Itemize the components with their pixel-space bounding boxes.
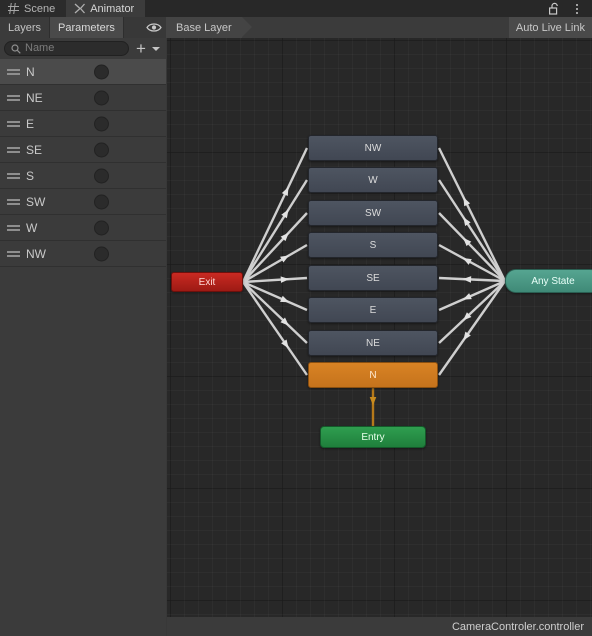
animator-icon: [74, 3, 86, 14]
drag-handle-icon[interactable]: [7, 94, 20, 102]
layer-name-label: W: [26, 220, 38, 235]
layer-row[interactable]: NW: [0, 241, 166, 267]
layer-weight-knob[interactable]: [94, 116, 109, 131]
layers-parameters-tabs: Layers Parameters: [0, 17, 124, 38]
chevron-down-icon[interactable]: [150, 40, 162, 58]
state-node-se[interactable]: SE: [308, 265, 438, 291]
auto-live-link-label: Auto Live Link: [515, 21, 585, 34]
transition-arrow-anystate-nw: [463, 197, 471, 207]
search-input[interactable]: Name: [4, 41, 129, 56]
transition-arrow-exit-nw: [281, 186, 289, 196]
tab-animator-label: Animator: [90, 2, 135, 15]
transition-arrow-anystate-se: [462, 276, 472, 283]
layer-weight-knob[interactable]: [94, 90, 109, 105]
transition-arrow-anystate-e: [462, 293, 472, 300]
tab-layers-label: Layers: [8, 21, 42, 34]
state-node-e[interactable]: E: [308, 297, 438, 323]
add-layer-button[interactable]: +: [132, 40, 150, 58]
tab-animator[interactable]: Animator: [66, 0, 146, 17]
transition-anystate-sw[interactable]: [438, 212, 506, 282]
transition-exit-ne[interactable]: [242, 281, 308, 344]
state-node-ne[interactable]: NE: [308, 330, 438, 356]
drag-handle-icon[interactable]: [7, 68, 20, 76]
transition-exit-sw[interactable]: [242, 212, 308, 283]
transition-arrow-anystate-s: [462, 257, 472, 265]
state-node-anystate[interactable]: Any State: [505, 269, 592, 293]
tab-parameters-label: Parameters: [58, 21, 115, 34]
layer-weight-knob[interactable]: [94, 220, 109, 235]
layer-weight-knob[interactable]: [94, 64, 109, 79]
window-controls: [545, 0, 592, 17]
tab-parameters[interactable]: Parameters: [50, 17, 124, 38]
transition-anystate-nw[interactable]: [437, 147, 507, 282]
layer-row[interactable]: SE: [0, 137, 166, 163]
transition-arrow-entry-n: [369, 397, 377, 406]
layer-row[interactable]: S: [0, 163, 166, 189]
state-node-w[interactable]: W: [308, 167, 438, 193]
transition-exit-w[interactable]: [241, 179, 309, 283]
layer-row[interactable]: N: [0, 59, 166, 85]
tab-layers[interactable]: Layers: [0, 17, 51, 38]
window-tab-bar: Scene Animator: [0, 0, 592, 17]
transition-exit-nw[interactable]: [241, 147, 309, 283]
tab-bar-spacer: [145, 0, 545, 17]
layer-search-row: Name +: [0, 38, 166, 59]
transition-anystate-ne[interactable]: [438, 280, 506, 344]
auto-live-link-button[interactable]: Auto Live Link: [508, 17, 592, 38]
layer-weight-knob[interactable]: [94, 246, 109, 261]
drag-handle-icon[interactable]: [7, 146, 20, 154]
status-bar: CameraControler.controller: [167, 617, 592, 636]
state-node-nw[interactable]: NW: [308, 135, 438, 161]
kebab-menu-icon[interactable]: [570, 2, 584, 16]
layer-name-label: NE: [26, 90, 43, 105]
add-layer-label: +: [136, 38, 146, 58]
breadcrumb-bar: Base Layer Auto Live Link: [166, 17, 592, 38]
drag-handle-icon[interactable]: [7, 250, 20, 258]
transition-anystate-se[interactable]: [438, 276, 506, 283]
layer-row[interactable]: W: [0, 215, 166, 241]
layer-name-label: SW: [26, 194, 46, 209]
drag-handle-icon[interactable]: [7, 198, 20, 206]
layer-name-label: N: [26, 64, 35, 79]
state-node-entry[interactable]: Entry: [320, 426, 426, 448]
grid-icon: [8, 3, 20, 14]
tab-scene[interactable]: Scene: [0, 0, 67, 17]
animator-toolbar: Layers Parameters Base Layer Auto Live L…: [0, 17, 592, 38]
breadcrumb-label: Base Layer: [176, 21, 232, 34]
search-placeholder: Name: [25, 42, 55, 54]
layers-panel: Name + N NE E SE S SW W NW: [0, 38, 166, 636]
layer-name-label: NW: [26, 246, 46, 261]
eye-icon[interactable]: [146, 17, 162, 38]
state-node-s[interactable]: S: [308, 232, 438, 258]
layer-name-label: E: [26, 116, 35, 131]
layer-row[interactable]: NE: [0, 85, 166, 111]
drag-handle-icon[interactable]: [7, 224, 20, 232]
state-node-sw[interactable]: SW: [308, 200, 438, 226]
state-node-n[interactable]: N: [308, 362, 438, 388]
layer-name-label: S: [26, 168, 35, 183]
transition-arrow-exit-se: [280, 276, 290, 283]
drag-handle-icon[interactable]: [7, 172, 20, 180]
state-node-exit[interactable]: Exit: [171, 272, 243, 292]
tab-scene-label: Scene: [24, 2, 56, 15]
animator-window: Scene Animator Layers Parameters Base La…: [0, 0, 592, 636]
layer-row[interactable]: E: [0, 111, 166, 137]
layer-list-empty-area: [0, 267, 166, 636]
layer-row[interactable]: SW: [0, 189, 166, 215]
controller-filename: CameraControler.controller: [451, 620, 584, 633]
transition-anystate-w[interactable]: [437, 179, 507, 282]
layer-name-label: SE: [26, 142, 43, 157]
open-padlock-icon[interactable]: [549, 2, 563, 16]
layer-weight-knob[interactable]: [94, 142, 109, 157]
search-icon: [11, 43, 21, 54]
layer-weight-knob[interactable]: [94, 168, 109, 183]
layer-list: N NE E SE S SW W NW: [0, 59, 166, 636]
state-machine-canvas[interactable]: NW W SW S SE E NE N Entry Exit Any State: [167, 38, 592, 636]
transition-arrow-exit-e: [280, 295, 290, 303]
drag-handle-icon[interactable]: [7, 120, 20, 128]
transition-exit-se[interactable]: [242, 276, 308, 284]
breadcrumb-base-layer[interactable]: Base Layer: [166, 17, 252, 38]
layer-weight-knob[interactable]: [94, 194, 109, 209]
